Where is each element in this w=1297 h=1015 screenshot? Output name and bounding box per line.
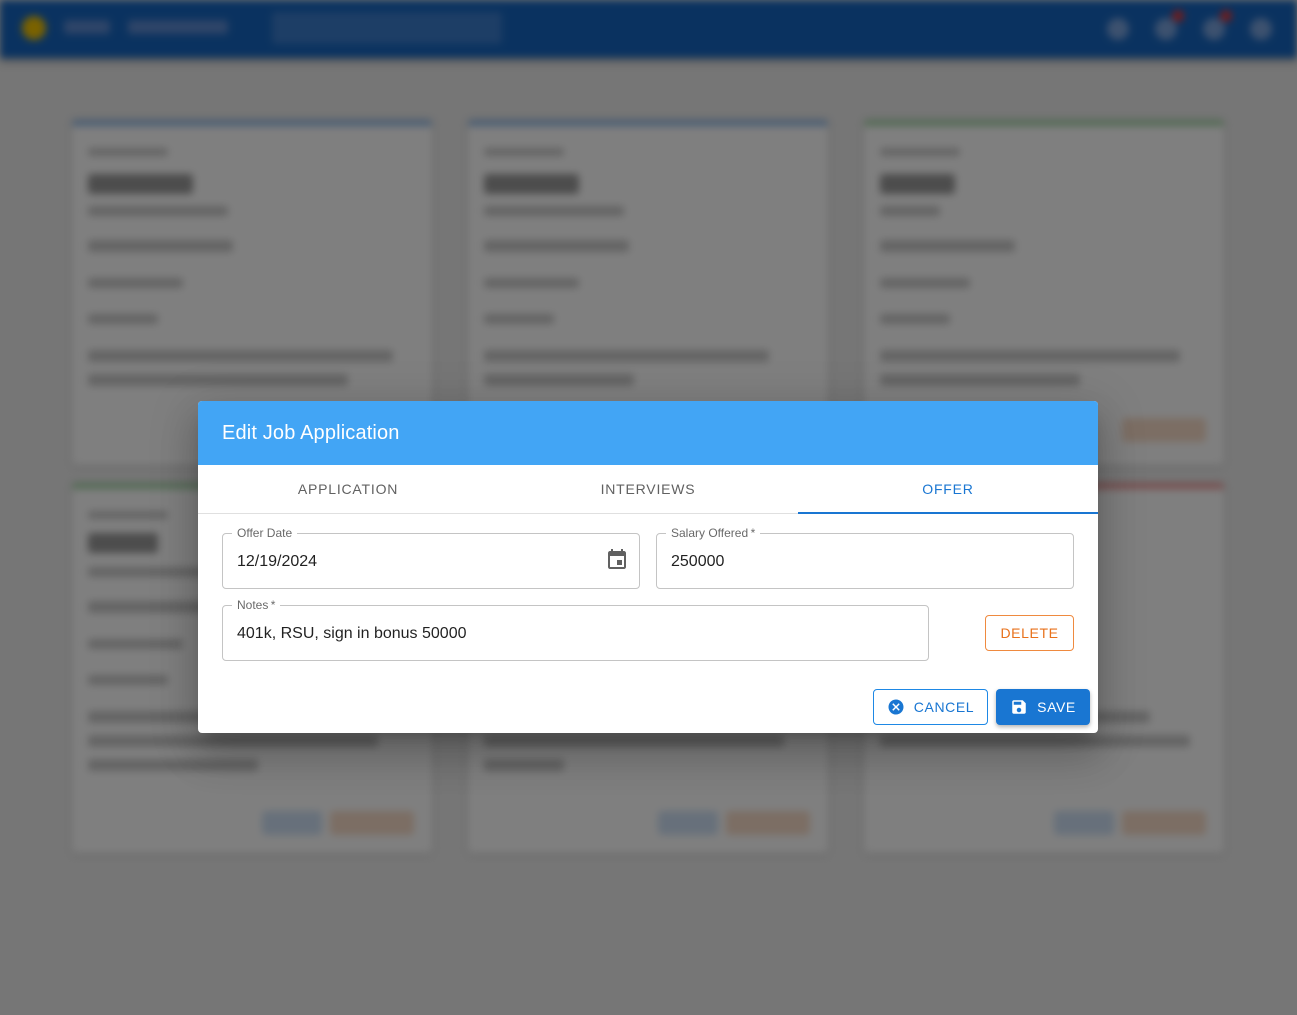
cancel-icon bbox=[888, 699, 904, 715]
offer-date-value: 12/19/2024 bbox=[237, 553, 318, 570]
salary-offered-field[interactable]: Salary Offered * 250000 bbox=[656, 525, 1074, 589]
save-button-label: SAVE bbox=[1037, 699, 1076, 715]
delete-button[interactable]: DELETE bbox=[985, 615, 1074, 651]
salary-offered-value: 250000 bbox=[671, 553, 725, 570]
cancel-button-label: CANCEL bbox=[913, 699, 975, 715]
save-icon bbox=[1012, 700, 1026, 714]
tab-application[interactable]: APPLICATION bbox=[198, 465, 498, 513]
offer-date-field[interactable]: Offer Date 12/19/2024 bbox=[222, 525, 640, 589]
notes-label: Notes * bbox=[232, 597, 281, 613]
dialog-title: Edit Job Application bbox=[222, 421, 400, 444]
offer-date-label: Offer Date bbox=[232, 525, 298, 541]
calendar-icon[interactable] bbox=[605, 548, 629, 572]
notes-field[interactable]: Notes * 401k, RSU, sign in bonus 50000 bbox=[222, 597, 929, 661]
tab-offer[interactable]: OFFER bbox=[798, 465, 1098, 513]
save-button[interactable]: SAVE bbox=[996, 689, 1090, 725]
required-mark: * bbox=[750, 526, 756, 540]
tab-interviews[interactable]: INTERVIEWS bbox=[498, 465, 798, 513]
active-tab-indicator bbox=[798, 512, 1098, 514]
dialog-header: Edit Job Application bbox=[198, 401, 1098, 465]
dialog-tabs: APPLICATION INTERVIEWS OFFER bbox=[198, 465, 1098, 514]
edit-job-application-dialog: Edit Job Application APPLICATION INTERVI… bbox=[198, 401, 1098, 733]
required-mark: * bbox=[270, 598, 276, 612]
delete-button-label: DELETE bbox=[1000, 625, 1059, 641]
cancel-button[interactable]: CANCEL bbox=[873, 689, 988, 725]
salary-offered-label: Salary Offered * bbox=[666, 525, 761, 541]
notes-value: 401k, RSU, sign in bonus 50000 bbox=[237, 625, 467, 642]
